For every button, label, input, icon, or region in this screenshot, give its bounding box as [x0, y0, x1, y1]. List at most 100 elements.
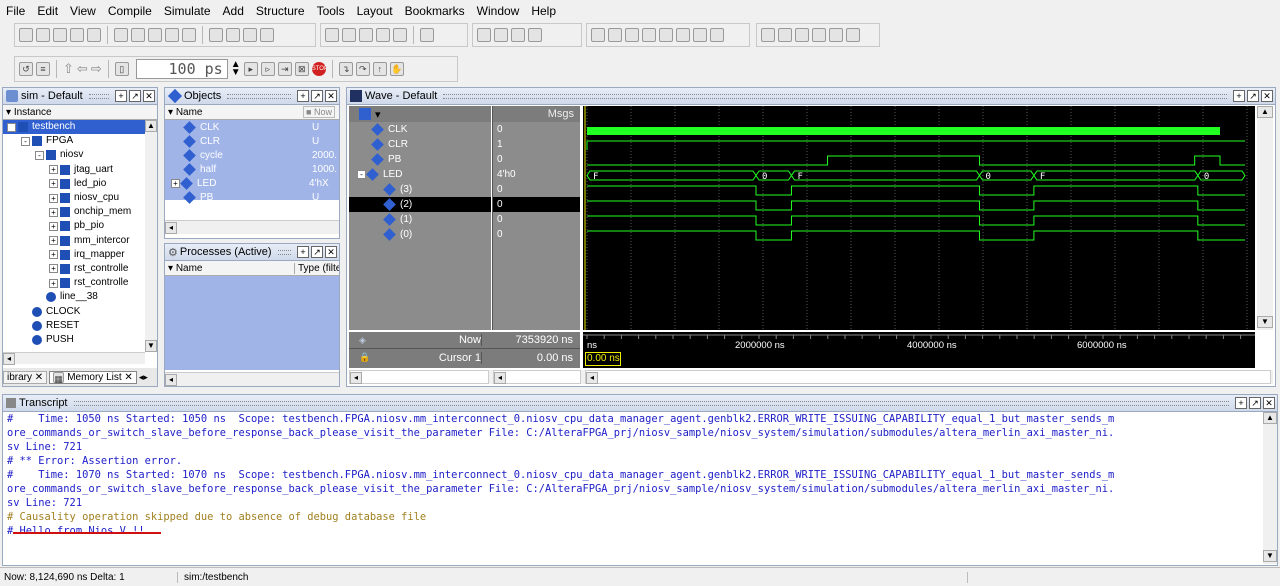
expand-toggle[interactable]: + — [49, 165, 58, 175]
expand-toggle[interactable]: + — [49, 236, 58, 246]
menu-window[interactable]: Window — [477, 4, 520, 18]
cursor-del-icon[interactable] — [608, 28, 622, 42]
undock-button[interactable]: ↗ — [1247, 90, 1259, 102]
scroll-left-arrow[interactable]: ◂ — [165, 374, 177, 386]
object-row[interactable]: CLR U — [165, 134, 339, 148]
waveform-canvas[interactable]: F 0 F 0 F 0 — [583, 106, 1255, 330]
fall-icon[interactable] — [676, 28, 690, 42]
cursor-add-icon[interactable] — [591, 28, 605, 42]
continue-icon[interactable]: ▹ — [260, 62, 275, 76]
find-edge-icon[interactable] — [846, 28, 860, 42]
wave-signal-row[interactable]: (1) — [349, 212, 491, 227]
tree-item[interactable]: CLOCK — [3, 304, 157, 318]
wave-signal-row[interactable]: PB — [349, 152, 491, 167]
redo-icon[interactable] — [182, 28, 196, 42]
reload-icon[interactable] — [70, 28, 84, 42]
expand-toggle[interactable]: - — [7, 122, 16, 132]
cursor-flag[interactable]: 0.00 ns — [585, 352, 621, 366]
objects-hscrollbar[interactable]: ◂ — [165, 220, 339, 234]
processes-column-header[interactable]: ▾ Name Type (filte — [165, 261, 339, 276]
processes-hscrollbar[interactable]: ◂ — [165, 372, 339, 386]
step-left-icon[interactable] — [376, 28, 390, 42]
find-replace-icon[interactable] — [226, 28, 240, 42]
wave-signal-row[interactable]: CLK — [349, 122, 491, 137]
menu-structure[interactable]: Structure — [256, 4, 305, 18]
add-pane-button[interactable]: + — [297, 90, 309, 102]
menu-layout[interactable]: Layout — [357, 4, 393, 18]
tree-item[interactable]: - niosv — [3, 148, 157, 162]
menu-file[interactable]: File — [6, 4, 25, 18]
scroll-down-arrow[interactable]: ▼ — [1263, 550, 1277, 562]
object-row[interactable]: cycle 2000. — [165, 148, 339, 162]
restart-icon[interactable]: ↺ — [19, 62, 33, 76]
undock-button[interactable]: ↗ — [311, 90, 323, 102]
expand-toggle[interactable]: + — [49, 207, 58, 217]
sim-hscrollbar[interactable]: ◂ — [3, 352, 145, 365]
expand-toggle[interactable]: + — [49, 264, 58, 274]
step-right-icon[interactable] — [393, 28, 407, 42]
zoom-in-icon[interactable] — [761, 28, 775, 42]
step-icon[interactable]: ↴ — [338, 62, 353, 76]
menu-help[interactable]: Help — [531, 4, 556, 18]
simulate-icon[interactable] — [494, 28, 508, 42]
tree-item[interactable]: + onchip_mem — [3, 205, 157, 219]
menu-add[interactable]: Add — [223, 4, 244, 18]
pointer-icon[interactable] — [325, 28, 339, 42]
close-icon[interactable]: ✕ — [1263, 397, 1275, 409]
menu-tools[interactable]: Tools — [317, 4, 345, 18]
new-icon[interactable] — [19, 28, 33, 42]
tree-item[interactable]: + led_pio — [3, 177, 157, 191]
object-row[interactable]: + LED 4'hX — [165, 176, 339, 190]
undock-button[interactable]: ↗ — [311, 246, 323, 258]
tree-item[interactable]: + pb_pio — [3, 219, 157, 233]
tree-item[interactable]: + rst_controlle — [3, 262, 157, 276]
objects-column-header[interactable]: ▾ Name ■ Now — [165, 105, 339, 120]
print-icon[interactable] — [87, 28, 101, 42]
save-icon[interactable] — [53, 28, 67, 42]
wave-signal-row[interactable]: (3) — [349, 182, 491, 197]
object-row[interactable]: PB U — [165, 190, 339, 204]
values-hscrollbar[interactable]: ◂ — [493, 370, 581, 384]
edge-prev-icon[interactable] — [625, 28, 639, 42]
tree-item[interactable]: + niosv_cpu — [3, 191, 157, 205]
run-icon[interactable]: ▸ — [243, 62, 258, 76]
object-row[interactable]: CLK U — [165, 120, 339, 134]
close-icon[interactable]: ✕ — [1261, 90, 1273, 102]
names-hscrollbar[interactable]: ◂ — [349, 370, 489, 384]
scroll-down-arrow[interactable]: ▼ — [145, 340, 157, 352]
instance-column-header[interactable]: ▾ Instance — [3, 105, 157, 120]
transcript-log[interactable]: # Time: 1050 ns Started: 1050 ns Scope: … — [3, 412, 1277, 562]
menu-simulate[interactable]: Simulate — [164, 4, 211, 18]
step-out-icon[interactable]: ↑ — [372, 62, 387, 76]
zoom-cursor-icon[interactable] — [812, 28, 826, 42]
zoom-out-icon[interactable] — [778, 28, 792, 42]
run-length-spinner[interactable]: ▲ ▼ — [231, 60, 241, 78]
now-filter[interactable]: ■ Now — [303, 106, 335, 118]
add-pane-button[interactable]: + — [297, 246, 309, 258]
compile-icon[interactable] — [420, 28, 434, 42]
zoom-region-icon[interactable] — [829, 28, 843, 42]
tree-item[interactable]: + jtag_uart — [3, 163, 157, 177]
add-pane-button[interactable]: + — [115, 90, 127, 102]
step-over-icon[interactable]: ↷ — [355, 62, 370, 76]
cut-icon[interactable] — [114, 28, 128, 42]
tree-item[interactable]: - FPGA — [3, 134, 157, 148]
close-icon[interactable]: ✕ — [325, 90, 337, 102]
wave-hscrollbar[interactable]: ◂ — [585, 370, 1271, 384]
wave-signal-row[interactable]: - LED — [349, 167, 491, 182]
cursor-lock-icon[interactable]: 🔒 — [349, 352, 377, 363]
menu-compile[interactable]: Compile — [108, 4, 152, 18]
menu-bookmarks[interactable]: Bookmarks — [405, 4, 465, 18]
wave-signal-row[interactable]: CLR — [349, 137, 491, 152]
open-icon[interactable] — [36, 28, 50, 42]
add-pane-button[interactable]: + — [1235, 397, 1247, 409]
scroll-left-arrow[interactable]: ◂ — [3, 353, 15, 365]
zoom-box-icon[interactable] — [342, 28, 356, 42]
menu-view[interactable]: View — [70, 4, 96, 18]
expand-toggle[interactable]: + — [49, 179, 58, 189]
undock-button[interactable]: ↗ — [1249, 397, 1261, 409]
tab-scroll-arrows[interactable]: ◂▸ — [139, 372, 148, 383]
scroll-down-arrow[interactable]: ▼ — [1257, 316, 1273, 328]
run-all-icon[interactable]: ⇥ — [277, 62, 292, 76]
expand-toggle[interactable]: - — [21, 136, 30, 146]
